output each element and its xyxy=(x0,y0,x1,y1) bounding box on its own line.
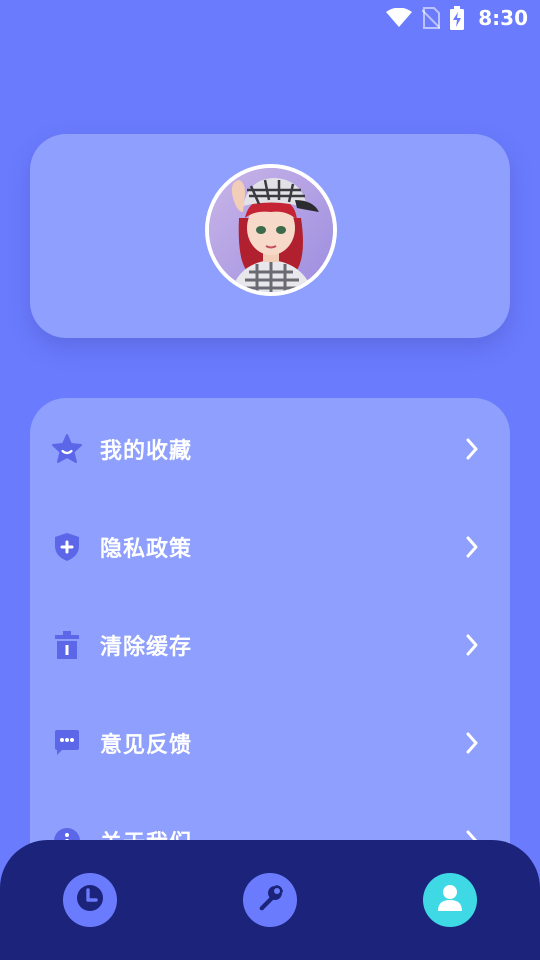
menu-item-privacy[interactable]: 隐私政策 xyxy=(30,498,510,596)
chevron-right-icon xyxy=(462,730,482,756)
menu-item-feedback[interactable]: 意见反馈 xyxy=(30,694,510,792)
menu-item-label: 我的收藏 xyxy=(100,439,193,464)
profile-card xyxy=(30,134,510,338)
star-icon xyxy=(52,434,82,464)
nav-tools-button[interactable] xyxy=(243,873,297,927)
user-icon xyxy=(435,883,465,917)
wrench-icon xyxy=(255,883,285,917)
clock-icon xyxy=(75,883,105,917)
avatar[interactable] xyxy=(205,164,337,296)
feedback-icon xyxy=(52,728,82,758)
menu-item-clear-cache[interactable]: 清除缓存 xyxy=(30,596,510,694)
nav-profile-button[interactable] xyxy=(423,873,477,927)
menu-item-label: 隐私政策 xyxy=(100,537,193,562)
menu-item-label: 清除缓存 xyxy=(100,635,193,660)
chevron-right-icon xyxy=(462,632,482,658)
status-time: 8:30 xyxy=(478,6,528,30)
nav-history-button[interactable] xyxy=(63,873,117,927)
no-sim-icon xyxy=(422,7,441,29)
battery-charging-icon xyxy=(450,6,465,30)
menu-item-label: 意见反馈 xyxy=(100,733,193,758)
bottom-nav xyxy=(0,840,540,960)
trash-icon xyxy=(52,630,82,660)
chevron-right-icon xyxy=(462,534,482,560)
chevron-right-icon xyxy=(462,436,482,462)
menu-item-favorites[interactable]: 我的收藏 xyxy=(30,400,510,498)
status-bar: 8:30 xyxy=(0,0,540,36)
wifi-icon xyxy=(386,8,413,28)
shield-icon xyxy=(52,532,82,562)
